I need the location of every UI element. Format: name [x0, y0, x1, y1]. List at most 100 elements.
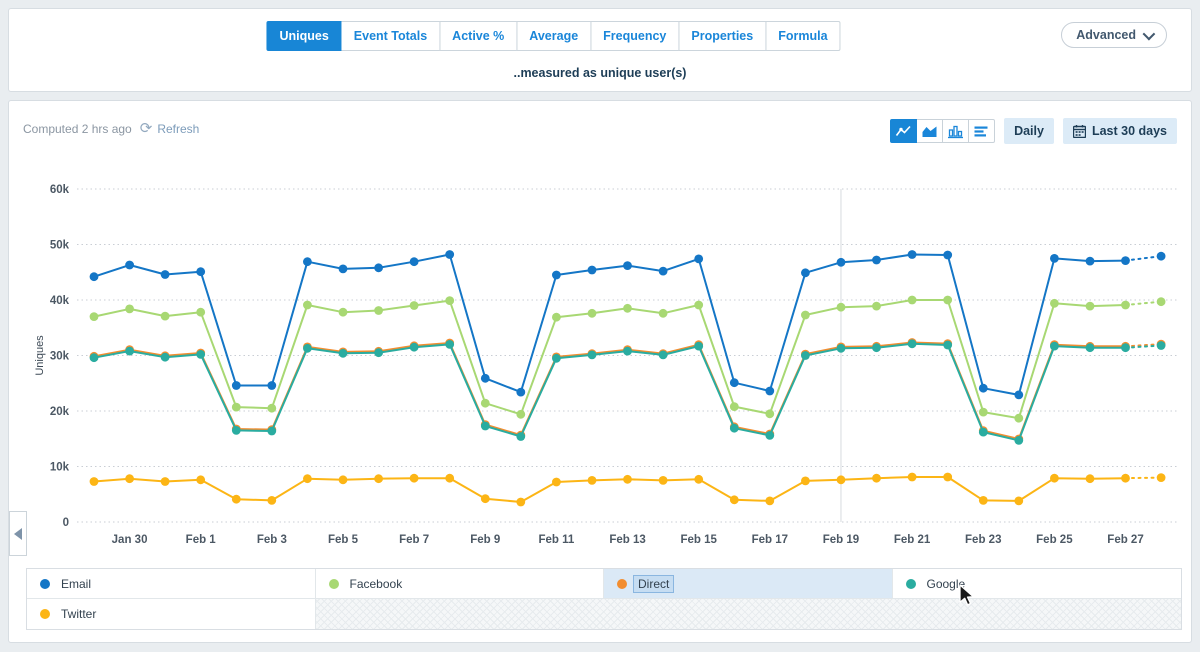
data-point-email[interactable] — [125, 261, 134, 270]
horizontal-bar-chart-button[interactable] — [968, 119, 995, 143]
data-point-google[interactable] — [125, 347, 134, 356]
data-point-twitter[interactable] — [659, 476, 668, 485]
bar-chart-button[interactable] — [942, 119, 969, 143]
data-point-email[interactable] — [374, 263, 383, 272]
advanced-button[interactable]: Advanced — [1061, 22, 1167, 48]
data-point-twitter[interactable] — [339, 475, 348, 484]
data-point-google[interactable] — [1086, 343, 1095, 352]
data-point-facebook[interactable] — [303, 301, 312, 310]
data-point-facebook[interactable] — [1157, 297, 1166, 306]
legend-item-facebook[interactable]: Facebook — [316, 569, 605, 599]
data-point-facebook[interactable] — [659, 309, 668, 318]
sidebar-collapse-handle[interactable] — [9, 511, 27, 556]
data-point-twitter[interactable] — [730, 495, 739, 504]
data-point-google[interactable] — [623, 347, 632, 356]
data-point-twitter[interactable] — [1086, 474, 1095, 483]
data-point-twitter[interactable] — [516, 498, 525, 507]
tab-properties[interactable]: Properties — [678, 21, 766, 51]
data-point-twitter[interactable] — [623, 475, 632, 484]
data-point-email[interactable] — [90, 272, 99, 281]
tab-event-totals[interactable]: Event Totals — [341, 21, 440, 51]
data-point-facebook[interactable] — [623, 304, 632, 313]
data-point-email[interactable] — [1014, 391, 1023, 400]
data-point-google[interactable] — [659, 351, 668, 360]
data-point-email[interactable] — [979, 384, 988, 393]
data-point-facebook[interactable] — [232, 403, 241, 412]
data-point-email[interactable] — [943, 251, 952, 260]
data-point-google[interactable] — [90, 353, 99, 362]
data-point-twitter[interactable] — [303, 474, 312, 483]
data-point-email[interactable] — [445, 250, 454, 259]
data-point-google[interactable] — [943, 341, 952, 350]
tab-formula[interactable]: Formula — [765, 21, 840, 51]
data-point-google[interactable] — [837, 344, 846, 353]
data-point-twitter[interactable] — [1121, 474, 1130, 483]
data-point-facebook[interactable] — [801, 311, 810, 320]
interval-daily-button[interactable]: Daily — [1004, 118, 1054, 144]
data-point-email[interactable] — [872, 256, 881, 265]
data-point-twitter[interactable] — [588, 476, 597, 485]
data-point-facebook[interactable] — [339, 308, 348, 317]
data-point-facebook[interactable] — [730, 402, 739, 411]
data-point-google[interactable] — [908, 339, 917, 348]
data-point-google[interactable] — [445, 340, 454, 349]
data-point-facebook[interactable] — [125, 305, 134, 314]
data-point-facebook[interactable] — [1050, 299, 1059, 308]
data-point-email[interactable] — [552, 271, 561, 280]
area-chart-button[interactable] — [916, 119, 943, 143]
data-point-twitter[interactable] — [90, 477, 99, 486]
legend-item-email[interactable]: Email — [27, 569, 316, 599]
legend-item-google[interactable]: Google — [893, 569, 1182, 599]
tab-average[interactable]: Average — [516, 21, 591, 51]
data-point-twitter[interactable] — [943, 473, 952, 482]
data-point-facebook[interactable] — [161, 312, 170, 321]
data-point-google[interactable] — [232, 426, 241, 435]
data-point-twitter[interactable] — [872, 474, 881, 483]
tab-frequency[interactable]: Frequency — [590, 21, 679, 51]
data-point-email[interactable] — [765, 387, 774, 396]
data-point-email[interactable] — [1050, 254, 1059, 263]
data-point-email[interactable] — [908, 250, 917, 259]
data-point-facebook[interactable] — [267, 404, 276, 413]
data-point-email[interactable] — [161, 270, 170, 279]
data-point-facebook[interactable] — [979, 408, 988, 417]
tab-uniques[interactable]: Uniques — [266, 21, 341, 51]
data-point-google[interactable] — [801, 351, 810, 360]
data-point-twitter[interactable] — [410, 474, 419, 483]
data-point-email[interactable] — [623, 261, 632, 270]
data-point-email[interactable] — [267, 381, 276, 390]
data-point-email[interactable] — [801, 268, 810, 277]
data-point-twitter[interactable] — [232, 495, 241, 504]
data-point-facebook[interactable] — [516, 410, 525, 419]
data-point-google[interactable] — [1121, 343, 1130, 352]
data-point-google[interactable] — [588, 351, 597, 360]
data-point-email[interactable] — [837, 258, 846, 267]
data-point-facebook[interactable] — [196, 308, 205, 317]
data-point-google[interactable] — [516, 432, 525, 441]
data-point-email[interactable] — [410, 257, 419, 266]
data-point-email[interactable] — [516, 388, 525, 397]
data-point-facebook[interactable] — [552, 313, 561, 322]
data-point-email[interactable] — [481, 374, 490, 383]
data-point-google[interactable] — [730, 424, 739, 433]
data-point-google[interactable] — [1157, 341, 1166, 350]
data-point-twitter[interactable] — [765, 497, 774, 506]
data-point-facebook[interactable] — [588, 309, 597, 318]
data-point-facebook[interactable] — [1086, 302, 1095, 311]
data-point-google[interactable] — [303, 344, 312, 353]
data-point-twitter[interactable] — [481, 494, 490, 503]
data-point-twitter[interactable] — [445, 474, 454, 483]
data-point-twitter[interactable] — [908, 473, 917, 482]
data-point-twitter[interactable] — [374, 474, 383, 483]
data-point-email[interactable] — [588, 266, 597, 275]
data-point-twitter[interactable] — [267, 496, 276, 505]
data-point-facebook[interactable] — [481, 399, 490, 408]
data-point-email[interactable] — [730, 378, 739, 387]
data-point-twitter[interactable] — [552, 478, 561, 487]
data-point-twitter[interactable] — [979, 496, 988, 505]
data-point-email[interactable] — [196, 267, 205, 276]
data-point-google[interactable] — [339, 349, 348, 358]
tab-active-[interactable]: Active % — [439, 21, 517, 51]
data-point-email[interactable] — [1121, 256, 1130, 265]
data-point-google[interactable] — [872, 343, 881, 352]
